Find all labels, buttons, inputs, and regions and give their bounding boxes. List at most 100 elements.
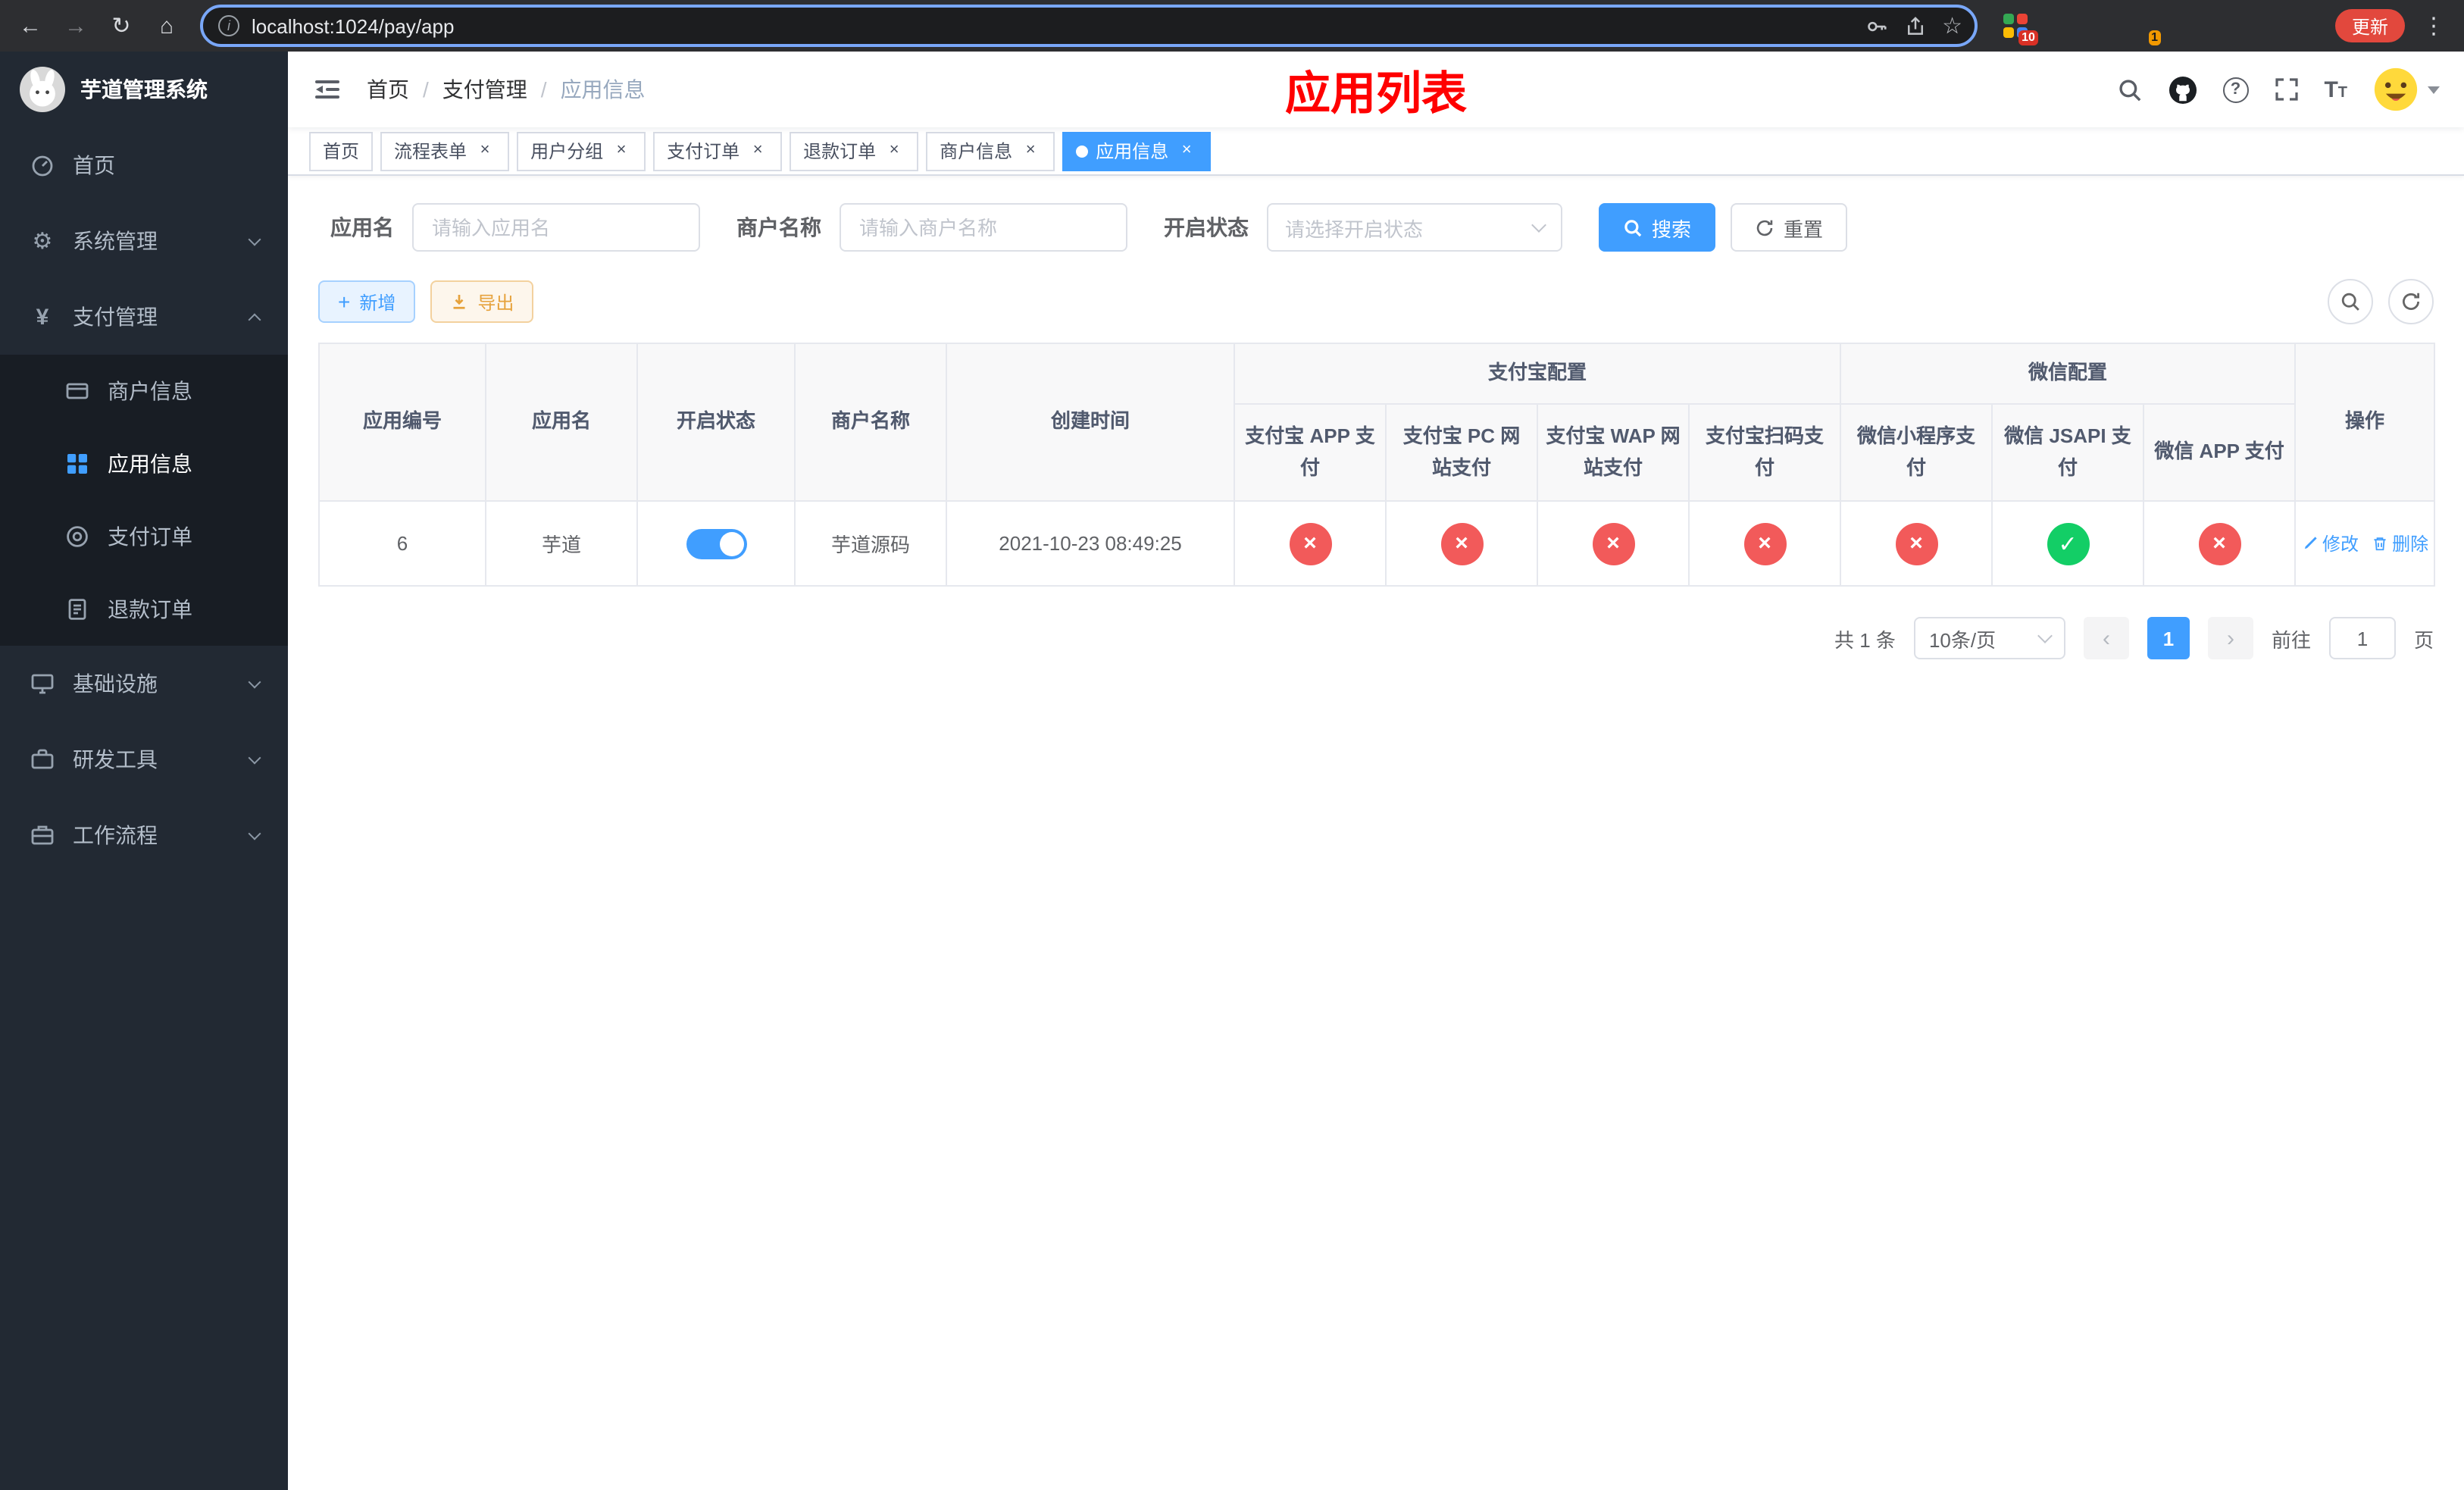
page-size-select[interactable]: 10条/页 [1913, 617, 2065, 659]
logo-avatar [20, 67, 65, 112]
edit-button[interactable]: 修改 [2301, 531, 2359, 556]
status-select[interactable]: 请选择开启状态 [1267, 203, 1562, 252]
sidebar-item-infrastructure[interactable]: 基础设施 [0, 646, 288, 722]
tab-user-group[interactable]: 用户分组 × [517, 131, 646, 171]
share-icon[interactable] [1904, 14, 1925, 37]
cell-create-time: 2021-10-23 08:49:25 [946, 500, 1235, 587]
extension-badge: 1 [2148, 30, 2161, 45]
delete-icon [2373, 537, 2385, 551]
tab-refund-orders[interactable]: 退款订单 × [790, 131, 919, 171]
sidebar-item-refund-orders[interactable]: 退款订单 [0, 573, 288, 646]
gear-icon: ⚙ [32, 229, 53, 255]
fullscreen-icon[interactable] [2274, 77, 2298, 102]
col-merchant-name: 商户名称 [794, 343, 947, 502]
app-logo[interactable]: 芋道管理系统 [0, 52, 288, 127]
app-navbar: 首页 支付管理 应用信息 应用列表 ? TT [288, 52, 2464, 127]
extension-green-square-icon[interactable] [2206, 12, 2234, 39]
add-button[interactable]: + 新增 [318, 280, 416, 323]
extension-green-circle-icon[interactable] [2165, 12, 2193, 39]
tab-label: 首页 [323, 141, 360, 162]
prev-page-button[interactable]: ‹ [2083, 617, 2129, 659]
close-icon[interactable]: × [1176, 140, 1197, 161]
close-icon[interactable]: × [747, 140, 768, 161]
browser-menu-icon[interactable]: ⋮ [2412, 5, 2455, 47]
merchant-name-input[interactable] [840, 203, 1127, 252]
merchant-name-label: 商户名称 [736, 215, 821, 239]
page-number[interactable]: 1 [2147, 617, 2190, 659]
info-icon[interactable]: i [218, 15, 239, 36]
sidebar-item-payment[interactable]: ¥ 支付管理 [0, 279, 288, 355]
pagination: 共 1 条 10条/页 ‹ 1 › 前往 页 [318, 617, 2434, 659]
tab-merchant-info[interactable]: 商户信息 × [926, 131, 1055, 171]
sidebar-item-label: 退款订单 [108, 597, 192, 621]
back-icon[interactable]: ← [9, 5, 52, 47]
breadcrumb-payment[interactable]: 支付管理 [409, 74, 527, 105]
tab-app-info[interactable]: 应用信息 × [1062, 131, 1212, 171]
extension-face-icon[interactable] [2288, 12, 2315, 39]
sidebar-item-app-info[interactable]: 应用信息 [0, 427, 288, 500]
home-icon[interactable]: ⌂ [145, 5, 188, 47]
status-switch[interactable] [686, 528, 746, 559]
github-icon[interactable] [2168, 75, 2197, 104]
close-icon[interactable]: × [474, 140, 496, 161]
close-icon[interactable]: × [611, 140, 632, 161]
sidebar-item-pay-orders[interactable]: 支付订单 [0, 500, 288, 573]
extension-blue-icon[interactable] [2043, 12, 2070, 39]
chevron-down-icon [2037, 628, 2053, 643]
close-icon[interactable]: × [1020, 140, 1041, 161]
goto-page-input[interactable] [2328, 617, 2396, 659]
font-size-icon[interactable]: TT [2324, 78, 2347, 101]
extension-rainbow-icon[interactable]: 1 [2125, 12, 2161, 45]
chevron-down-icon [248, 826, 261, 840]
search-icon[interactable] [2116, 77, 2142, 102]
key-icon[interactable] [1865, 14, 1887, 37]
collapse-sidebar-icon[interactable] [312, 74, 342, 105]
sidebar-item-label: 工作流程 [73, 823, 158, 847]
download-icon [453, 295, 465, 309]
sidebar-item-label: 首页 [73, 153, 115, 177]
bookmark-star-icon[interactable]: ☆ [1942, 14, 1962, 37]
search-button[interactable]: 搜索 [1599, 203, 1716, 252]
forward-icon[interactable]: → [55, 5, 97, 47]
col-create-time: 创建时间 [946, 343, 1235, 502]
export-button[interactable]: 导出 [430, 280, 534, 323]
sidebar-item-dev-tools[interactable]: 研发工具 [0, 722, 288, 797]
sidebar-item-system[interactable]: ⚙ 系统管理 [0, 203, 288, 279]
sidebar-item-home[interactable]: 首页 [0, 127, 288, 203]
url-bar[interactable]: i localhost:1024/pay/app ☆ [200, 5, 1978, 47]
col-actions: 操作 [2294, 343, 2436, 502]
extensions-area: 10 1 [1990, 12, 2328, 45]
channel-status-icon: × [2198, 522, 2241, 565]
app-name-input[interactable] [412, 203, 700, 252]
url-text[interactable]: localhost:1024/pay/app [252, 14, 1853, 37]
extension-grid-icon[interactable]: 10 [2002, 12, 2038, 45]
delete-button[interactable]: 删除 [2371, 531, 2428, 556]
user-menu[interactable] [2373, 67, 2440, 112]
table-row: 6 芋道 芋道源码 2021-10-23 08:49:25 × × × × × … [318, 500, 2436, 587]
avatar [2373, 67, 2419, 112]
update-button[interactable]: 更新 [2334, 9, 2405, 42]
help-icon[interactable]: ? [2222, 77, 2249, 102]
col-group-alipay: 支付宝配置 [1233, 343, 1842, 405]
breadcrumb-current: 应用信息 [527, 74, 646, 105]
extension-dark-icon[interactable] [2084, 12, 2111, 39]
breadcrumb-home[interactable]: 首页 [367, 74, 409, 105]
col-alipay-pc: 支付宝 PC 网站支付 [1385, 403, 1538, 502]
reload-icon[interactable]: ↻ [100, 5, 142, 47]
extension-puzzle-icon[interactable] [2247, 12, 2275, 39]
sidebar-item-label: 商户信息 [108, 379, 192, 403]
refresh-button[interactable] [2388, 279, 2434, 324]
chevron-up-icon [248, 312, 261, 326]
edit-button-label: 修改 [2322, 534, 2359, 555]
tab-process-form[interactable]: 流程表单 × [380, 131, 510, 171]
tab-pay-orders[interactable]: 支付订单 × [653, 131, 783, 171]
close-icon[interactable]: × [883, 140, 905, 161]
sidebar-item-workflow[interactable]: 工作流程 [0, 797, 288, 873]
reset-button[interactable]: 重置 [1731, 203, 1848, 252]
next-page-button[interactable]: › [2207, 617, 2253, 659]
sidebar-item-merchant-info[interactable]: 商户信息 [0, 355, 288, 427]
navbar-actions: ? TT [2116, 67, 2440, 112]
tab-home[interactable]: 首页 [309, 131, 374, 171]
toggle-search-button[interactable] [2328, 279, 2373, 324]
tab-label: 退款订单 [803, 141, 877, 162]
